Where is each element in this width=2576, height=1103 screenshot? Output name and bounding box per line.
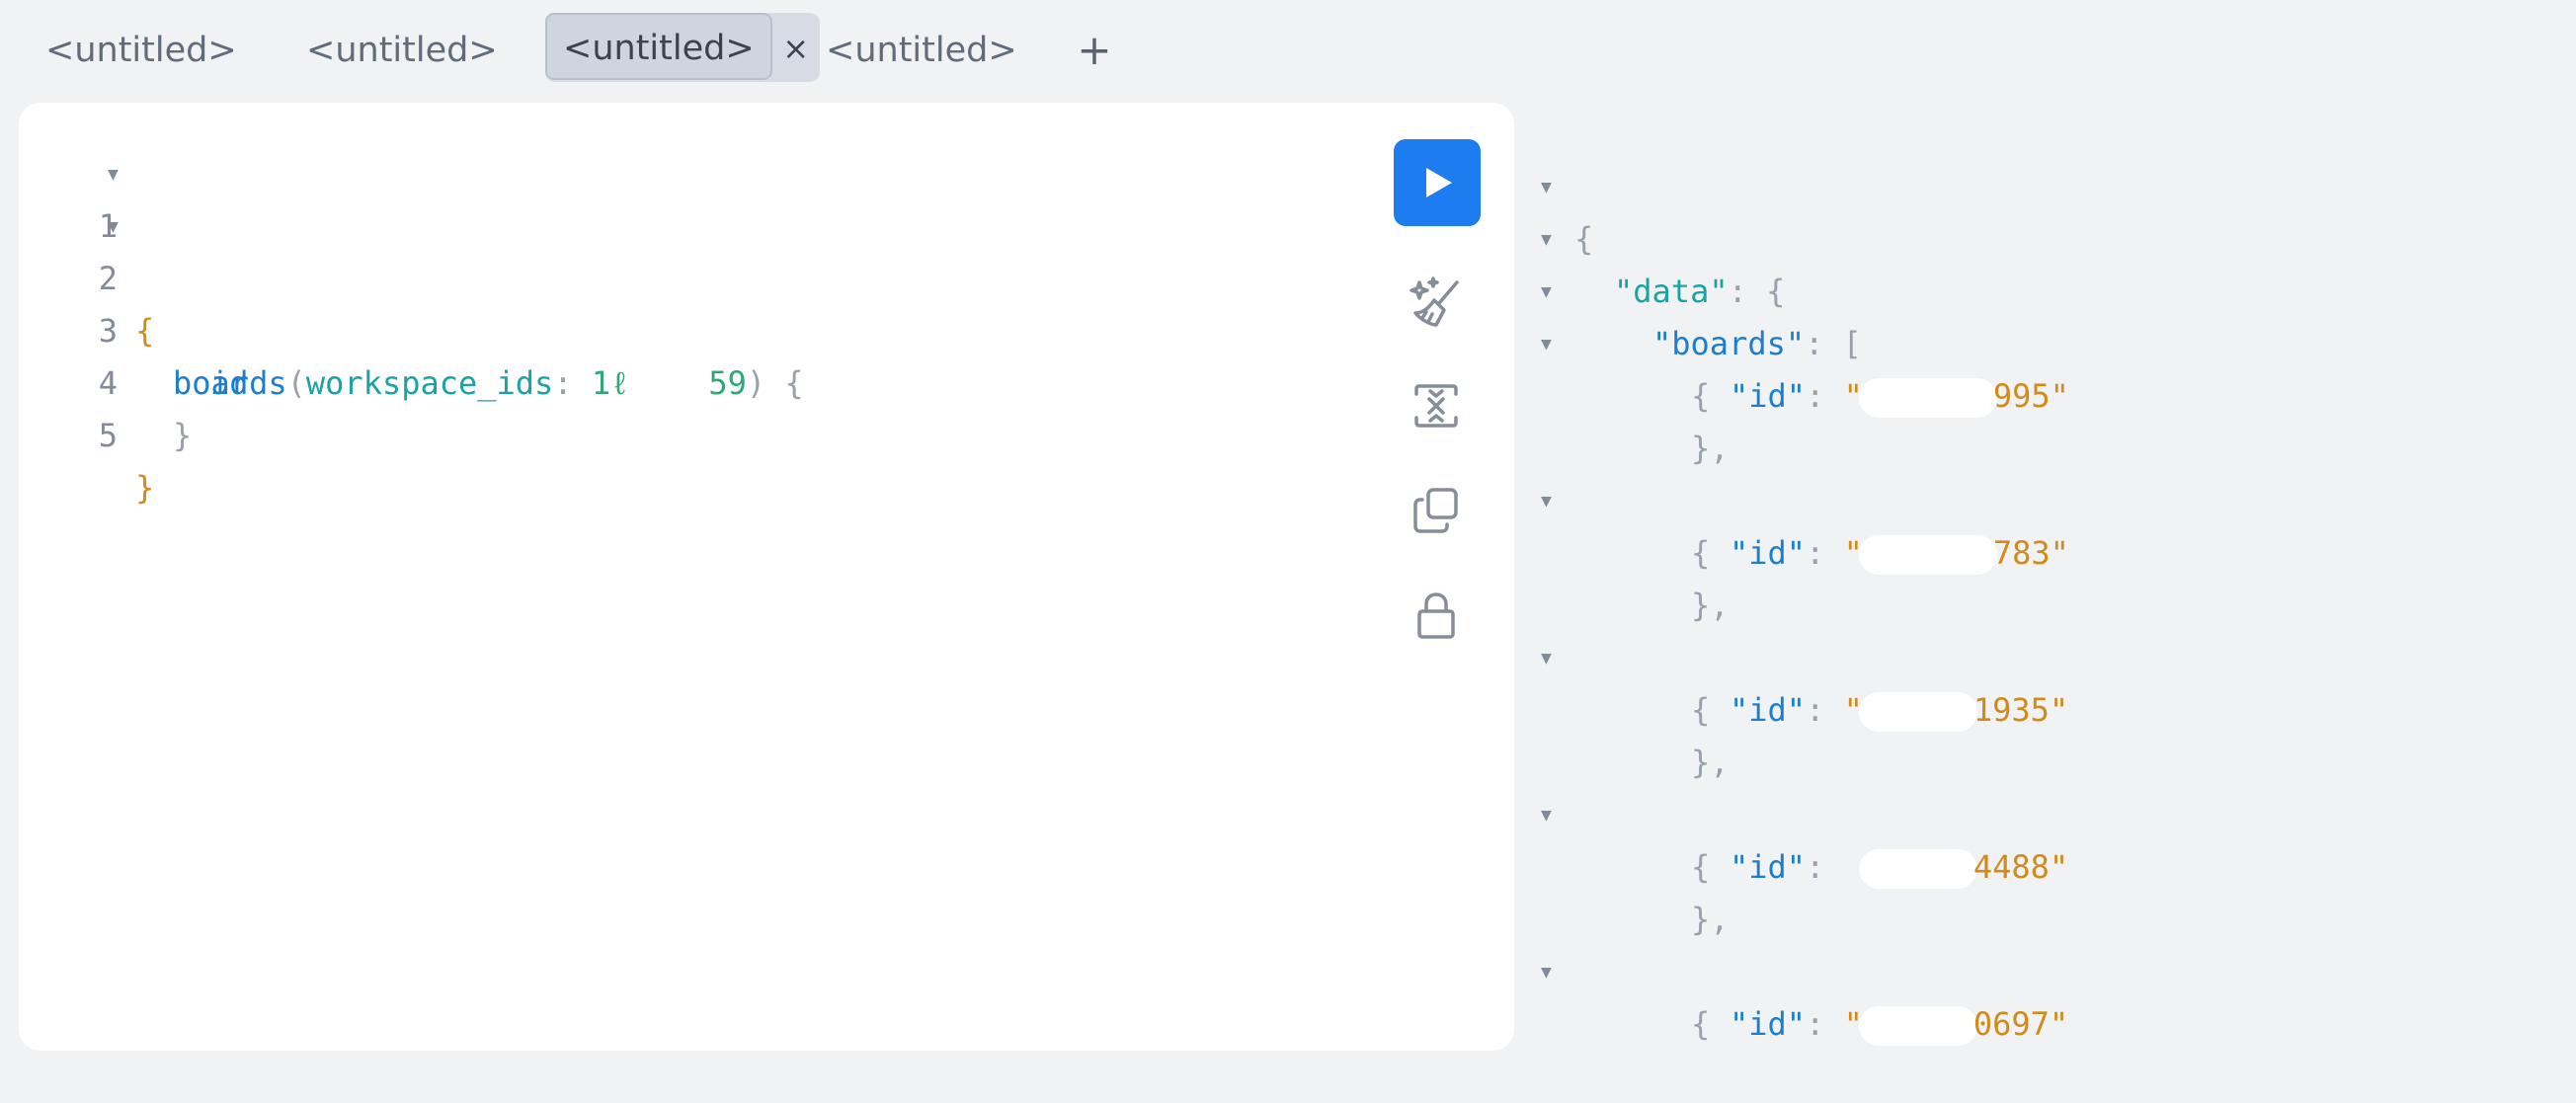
brace: } xyxy=(173,417,193,454)
argument-name: workspace_ids xyxy=(305,364,554,402)
paren: ) xyxy=(746,364,766,402)
prettify-button[interactable] xyxy=(1394,261,1479,346)
run-query-button[interactable] xyxy=(1394,139,1481,226)
close-icon[interactable]: × xyxy=(772,14,820,83)
code-line: 1 ▼ { xyxy=(19,148,155,350)
result-line: "id": " 0697" xyxy=(1541,946,2568,1046)
lock-button[interactable] xyxy=(1394,573,1479,658)
fold-arrow-icon[interactable]: ▼ xyxy=(108,148,119,200)
lock-icon xyxy=(1417,592,1455,639)
brace: } xyxy=(135,469,155,507)
result-line: ▼ { xyxy=(1541,737,2568,886)
merge-fragments-button[interactable] xyxy=(1394,363,1479,448)
field-name: id xyxy=(210,364,249,402)
result-line: }, xyxy=(1541,527,2568,624)
result-line: "id": " 995" xyxy=(1541,318,2568,418)
add-tab-button[interactable]: + xyxy=(1075,22,1114,79)
result-line: ▼ { xyxy=(1541,266,2568,415)
code-line: 2 ▼ boards(workspace_ids: 1ℓ 59) { xyxy=(19,200,804,402)
tab-untitled-4[interactable]: <untitled> xyxy=(826,22,1017,79)
tab-bar: <untitled> <untitled> <untitled> × <untit… xyxy=(0,0,2576,99)
brace: { xyxy=(135,312,155,350)
result-line: ▼ { xyxy=(1541,580,2568,729)
code-line: 5 } xyxy=(19,357,155,507)
result-viewer: ▼ { ▼ "data": { ▼ "boards": [ ▼ { "id": … xyxy=(1541,109,2568,1046)
tab-label: <untitled> xyxy=(45,31,237,70)
magic-brush-icon xyxy=(1409,276,1459,327)
play-icon xyxy=(1426,168,1452,197)
merge-fragments-icon xyxy=(1414,384,1458,428)
json-string: " 0697" xyxy=(1844,1005,2068,1046)
fold-arrow-icon[interactable]: ▼ xyxy=(108,200,119,253)
copy-query-button[interactable] xyxy=(1394,468,1479,553)
colon: : xyxy=(1806,1005,1825,1043)
json-key: "id" xyxy=(1730,1005,1807,1043)
tab-untitled-2[interactable]: <untitled> xyxy=(306,22,498,79)
query-editor-panel: 1 ▼ { 2 ▼ boards(workspace_ids: 1ℓ 59) { … xyxy=(19,103,1514,1051)
tab-untitled-1[interactable]: <untitled> xyxy=(45,22,237,79)
line-number: 5 xyxy=(98,417,118,454)
paren: ( xyxy=(286,364,306,402)
brace: { xyxy=(1691,1005,1711,1043)
result-line: "id": " 783" xyxy=(1541,475,2568,575)
tab-label: <untitled> xyxy=(306,31,498,70)
tab-label: <untitled> xyxy=(545,13,772,80)
argument-value: 59 xyxy=(708,364,747,402)
copy-icon xyxy=(1413,488,1458,533)
result-line: ▼ "boards": [ xyxy=(1541,213,2568,362)
result-line: "id": " 1935" xyxy=(1541,632,2568,732)
query-editor[interactable]: 1 ▼ { 2 ▼ boards(workspace_ids: 1ℓ 59) { … xyxy=(19,148,804,507)
code-line: 4 } xyxy=(19,305,193,454)
result-line: ▼ "data": { xyxy=(1541,161,2568,310)
result-line: "id": "4488" xyxy=(1541,789,2568,889)
tab-label: <untitled> xyxy=(826,31,1017,70)
tab-untitled-active[interactable]: <untitled> × xyxy=(545,13,820,82)
result-line: ▼ { xyxy=(1541,894,2568,1043)
code-line: 3 id xyxy=(19,253,249,402)
brace: { xyxy=(784,364,804,402)
result-line: ▼ { xyxy=(1541,109,2568,258)
colon: : xyxy=(553,364,573,402)
result-line: }, xyxy=(1541,841,2568,938)
redaction xyxy=(1858,1006,1977,1046)
result-line: }, xyxy=(1541,370,2568,467)
argument-value: 1ℓ xyxy=(591,364,630,402)
result-line: }, xyxy=(1541,684,2568,781)
result-line: ▼ { xyxy=(1541,423,2568,572)
